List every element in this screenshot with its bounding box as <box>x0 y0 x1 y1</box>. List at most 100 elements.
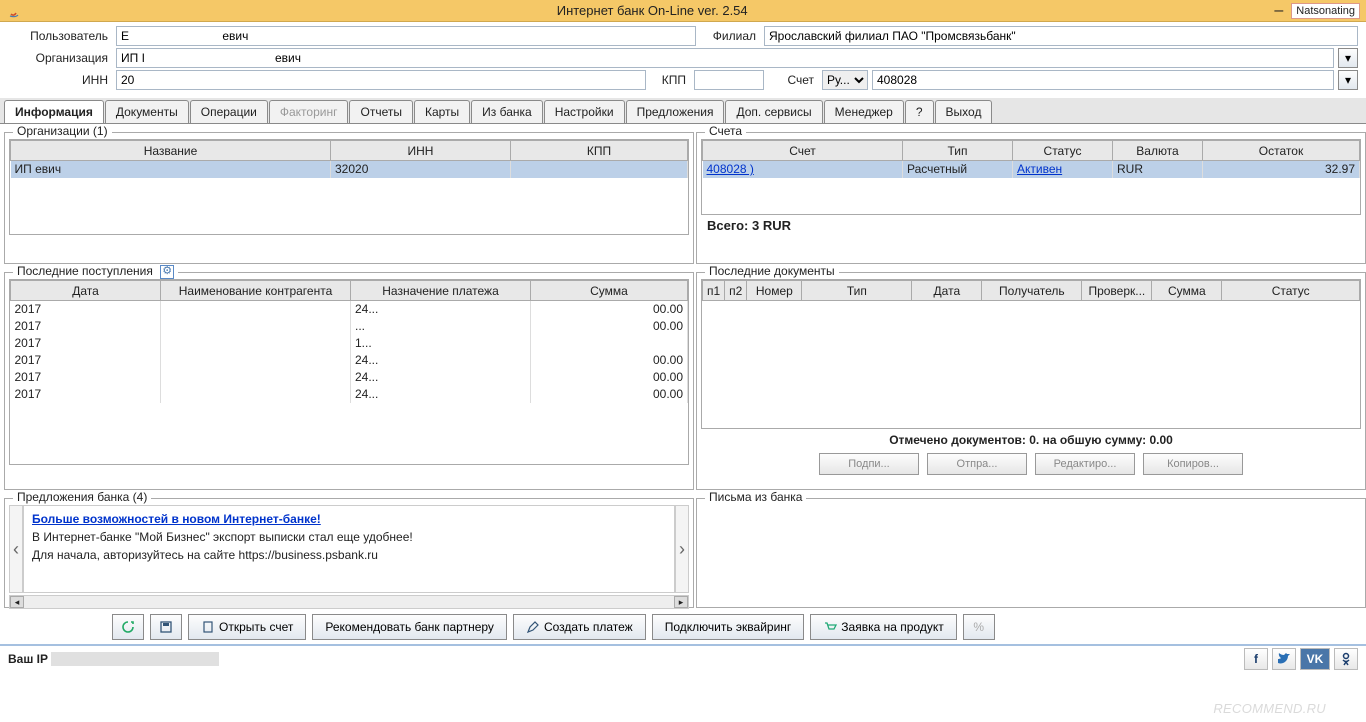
product-request-button[interactable]: Заявка на продукт <box>810 614 956 640</box>
status-link[interactable]: Активен <box>1017 162 1062 176</box>
table-row[interactable]: ИП евич 32020 <box>11 161 688 178</box>
inn-label: ИНН <box>8 73 112 87</box>
tab-доп. сервисы[interactable]: Доп. сервисы <box>725 100 822 123</box>
organizations-panel: Организации (1) Название ИНН КПП ИП евич… <box>4 132 694 264</box>
table-row[interactable]: 2017 ... 00.00 <box>11 318 688 335</box>
inn-field[interactable] <box>116 70 646 90</box>
user-field[interactable] <box>116 26 696 46</box>
copy-button[interactable]: Копиров... <box>1143 453 1243 475</box>
incoming-table[interactable]: Дата Наименование контрагента Назначение… <box>10 280 688 403</box>
table-row[interactable]: 2017 24... 00.00 <box>11 352 688 369</box>
col-acct[interactable]: Счет <box>703 141 903 161</box>
tab-выход[interactable]: Выход <box>935 100 993 123</box>
col-check[interactable]: Проверк... <box>1082 281 1152 301</box>
col-num[interactable]: Номер <box>747 281 802 301</box>
main-content: Организации (1) Название ИНН КПП ИП евич… <box>0 124 1366 610</box>
col-kpp[interactable]: КПП <box>511 141 688 161</box>
cart-icon <box>823 620 837 634</box>
recommend-button[interactable]: Рекомендовать банк партнеру <box>312 614 507 640</box>
accounts-panel: Счета Счет Тип Статус Валюта Остаток 408… <box>696 132 1366 264</box>
acct-label: Счет <box>768 73 818 87</box>
sign-button[interactable]: Подпи... <box>819 453 919 475</box>
col-status[interactable]: Статус <box>1013 141 1113 161</box>
refresh-icon <box>121 620 135 634</box>
org-dropdown-button[interactable]: ▾ <box>1338 48 1358 68</box>
table-row[interactable]: 2017 24... 00.00 <box>11 386 688 403</box>
document-icon <box>201 620 215 634</box>
tab-информация[interactable]: Информация <box>4 100 104 123</box>
tab-из банка[interactable]: Из банка <box>471 100 543 123</box>
ip-status: Ваш IP XXXXXXXXXXXXXXXXXXXXX <box>8 652 219 666</box>
gear-icon[interactable] <box>160 265 174 279</box>
account-link[interactable]: 408028 ) <box>707 162 754 176</box>
table-row[interactable]: 2017 24... 00.00 <box>11 369 688 386</box>
create-payment-button[interactable]: Создать платеж <box>513 614 646 640</box>
accounts-table[interactable]: Счет Тип Статус Валюта Остаток 408028 ) … <box>702 140 1360 178</box>
offer-content: Больше возможностей в новом Интернет-бан… <box>23 505 675 593</box>
tab-настройки[interactable]: Настройки <box>544 100 625 123</box>
acct-number-field[interactable] <box>872 70 1334 90</box>
mail-title: Письма из банка <box>705 490 806 504</box>
col-p1[interactable]: п1 <box>703 281 725 301</box>
offer-line2: Для начала, авторизуйтесь на сайте https… <box>32 548 666 562</box>
offer-link[interactable]: Больше возможностей в новом Интернет-бан… <box>32 512 321 526</box>
col-status[interactable]: Статус <box>1222 281 1360 301</box>
col-date[interactable]: Дата <box>912 281 982 301</box>
tab-отчеты[interactable]: Отчеты <box>349 100 412 123</box>
pencil-icon <box>526 620 540 634</box>
table-row[interactable]: 408028 ) Расчетный Активен RUR 32.97 <box>703 161 1360 178</box>
org-field[interactable] <box>116 48 1334 68</box>
acct-dropdown-button[interactable]: ▾ <box>1338 70 1358 90</box>
offers-scrollbar[interactable]: ◂▸ <box>9 595 689 609</box>
offers-next-button[interactable]: › <box>675 505 689 593</box>
acquiring-button[interactable]: Подключить эквайринг <box>652 614 805 640</box>
ok-icon[interactable] <box>1334 648 1358 670</box>
send-button[interactable]: Отпра... <box>927 453 1027 475</box>
col-type[interactable]: Тип <box>802 281 912 301</box>
kpp-label: КПП <box>650 73 690 87</box>
bottom-toolbar: Открыть счет Рекомендовать банк партнеру… <box>0 610 1366 642</box>
tab-предложения[interactable]: Предложения <box>626 100 725 123</box>
tab-карты[interactable]: Карты <box>414 100 470 123</box>
save-button[interactable] <box>150 614 182 640</box>
branch-field[interactable] <box>764 26 1358 46</box>
acct-currency-select[interactable]: Ру... <box>822 70 868 90</box>
col-type[interactable]: Тип <box>903 141 1013 161</box>
offers-title: Предложения банка (4) <box>13 490 151 504</box>
twitter-icon[interactable] <box>1272 648 1296 670</box>
documents-table[interactable]: п1 п2 Номер Тип Дата Получатель Проверк.… <box>702 280 1360 301</box>
tab-менеджер[interactable]: Менеджер <box>824 100 904 123</box>
col-contragent[interactable]: Наименование контрагента <box>161 281 351 301</box>
organizations-table[interactable]: Название ИНН КПП ИП евич 32020 <box>10 140 688 178</box>
col-name[interactable]: Название <box>11 141 331 161</box>
java-icon <box>6 3 22 19</box>
save-icon <box>159 620 173 634</box>
offers-prev-button[interactable]: ‹ <box>9 505 23 593</box>
offer-line1: В Интернет-банке "Мой Бизнес" экспорт вы… <box>32 530 666 544</box>
table-row[interactable]: 2017 1... <box>11 335 688 352</box>
tab-?[interactable]: ? <box>905 100 934 123</box>
facebook-icon[interactable]: f <box>1244 648 1268 670</box>
col-sum[interactable]: Сумма <box>1152 281 1222 301</box>
vk-icon[interactable]: VK <box>1300 648 1330 670</box>
col-recv[interactable]: Получатель <box>982 281 1082 301</box>
col-balance[interactable]: Остаток <box>1203 141 1360 161</box>
col-p2[interactable]: п2 <box>725 281 747 301</box>
col-curr[interactable]: Валюта <box>1113 141 1203 161</box>
tab-факторинг[interactable]: Факторинг <box>269 100 349 123</box>
open-account-button[interactable]: Открыть счет <box>188 614 306 640</box>
col-purpose[interactable]: Назначение платежа <box>351 281 531 301</box>
offers-panel: Предложения банка (4) ‹ Больше возможнос… <box>4 498 694 608</box>
col-sum[interactable]: Сумма <box>531 281 688 301</box>
refresh-button[interactable] <box>112 614 144 640</box>
col-date[interactable]: Дата <box>11 281 161 301</box>
kpp-field[interactable] <box>694 70 764 90</box>
mail-panel: Письма из банка <box>696 498 1366 608</box>
percent-button[interactable]: % <box>963 614 995 640</box>
minimize-button[interactable]: – <box>1274 2 1283 20</box>
table-row[interactable]: 2017 24... 00.00 <box>11 301 688 318</box>
edit-button[interactable]: Редактиро... <box>1035 453 1135 475</box>
tab-операции[interactable]: Операции <box>190 100 268 123</box>
col-inn[interactable]: ИНН <box>331 141 511 161</box>
tab-документы[interactable]: Документы <box>105 100 189 123</box>
